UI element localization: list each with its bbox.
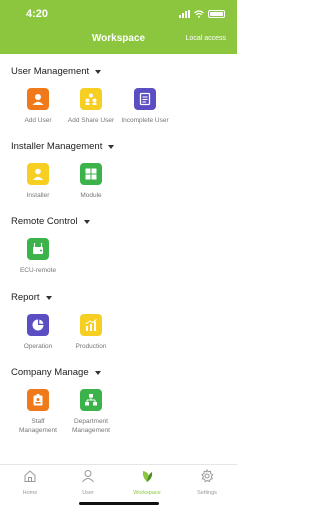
add-share-user-button[interactable]: Add Share User bbox=[61, 88, 121, 125]
workspace-leaf-icon bbox=[142, 471, 153, 482]
caret-down-icon bbox=[108, 144, 115, 149]
tab-label: User bbox=[82, 490, 94, 496]
installer-icon bbox=[27, 163, 49, 185]
module-button[interactable]: Module bbox=[61, 163, 121, 200]
section-remote-control[interactable]: Remote Control bbox=[11, 216, 90, 227]
tab-label: Home bbox=[22, 490, 38, 496]
tab-label: Workspace bbox=[133, 490, 161, 496]
item-label: Installer bbox=[26, 192, 50, 199]
staff-badge-icon bbox=[27, 389, 49, 411]
signal-icon bbox=[179, 10, 190, 18]
tab-label: Settings bbox=[197, 490, 217, 496]
production-button[interactable]: Production bbox=[61, 314, 121, 351]
ecu-device-icon bbox=[27, 238, 49, 260]
tab-user[interactable]: User bbox=[68, 469, 108, 496]
section-title: Report bbox=[11, 292, 40, 303]
item-label: Production bbox=[75, 343, 107, 350]
top-bar: 4:20 Workspace Local access bbox=[0, 0, 237, 54]
department-management-button[interactable]: Department Management bbox=[61, 389, 121, 435]
caret-down-icon bbox=[83, 219, 90, 224]
section-company-manage[interactable]: Company Manage bbox=[11, 367, 101, 378]
status-icons bbox=[179, 10, 225, 18]
section-report[interactable]: Report bbox=[11, 292, 52, 303]
section-user-management[interactable]: User Management bbox=[11, 66, 102, 77]
caret-down-icon bbox=[45, 295, 52, 300]
installer-button[interactable]: Installer bbox=[8, 163, 68, 200]
add-user-button[interactable]: Add User bbox=[8, 88, 68, 125]
staff-management-button[interactable]: Staff Management bbox=[8, 389, 68, 435]
user-icon bbox=[82, 470, 94, 483]
workspace-content: User Management Add User Add Share User … bbox=[0, 54, 237, 464]
tab-bar: Home User Workspace Settings bbox=[0, 464, 237, 513]
caret-down-icon bbox=[95, 69, 102, 74]
status-time: 4:20 bbox=[26, 8, 49, 20]
battery-icon bbox=[208, 10, 225, 18]
caret-down-icon bbox=[94, 370, 101, 375]
wifi-icon bbox=[194, 10, 204, 18]
add-user-icon bbox=[27, 88, 49, 110]
section-installer-management[interactable]: Installer Management bbox=[11, 141, 115, 152]
home-indicator bbox=[79, 502, 159, 505]
item-label: Add User bbox=[24, 117, 52, 124]
document-icon bbox=[134, 88, 156, 110]
item-label: Department Management bbox=[72, 418, 110, 434]
module-grid-icon bbox=[80, 163, 102, 185]
tab-workspace[interactable]: Workspace bbox=[127, 469, 167, 496]
item-label: ECU-remote bbox=[19, 267, 57, 274]
item-label: Add Share User bbox=[67, 117, 115, 124]
item-label: Module bbox=[80, 192, 102, 199]
home-icon bbox=[24, 470, 36, 482]
org-chart-icon bbox=[80, 389, 102, 411]
section-title: Remote Control bbox=[11, 216, 78, 227]
item-label: Operation bbox=[23, 343, 53, 350]
ecu-remote-button[interactable]: ECU-remote bbox=[8, 238, 68, 275]
local-access-button[interactable]: Local access bbox=[186, 35, 226, 42]
operation-icon bbox=[27, 314, 49, 336]
section-title: User Management bbox=[11, 66, 90, 77]
tab-home[interactable]: Home bbox=[10, 469, 50, 496]
section-title: Company Manage bbox=[11, 367, 89, 378]
incomplete-user-button[interactable]: Incomplete User bbox=[115, 88, 175, 125]
tab-settings[interactable]: Settings bbox=[187, 468, 227, 496]
gear-icon bbox=[201, 468, 214, 483]
bar-chart-icon bbox=[80, 314, 102, 336]
section-title: Installer Management bbox=[11, 141, 103, 152]
operation-button[interactable]: Operation bbox=[8, 314, 68, 351]
item-label: Incomplete User bbox=[121, 117, 169, 124]
share-user-icon bbox=[80, 88, 102, 110]
item-label: Staff Management bbox=[19, 418, 57, 434]
